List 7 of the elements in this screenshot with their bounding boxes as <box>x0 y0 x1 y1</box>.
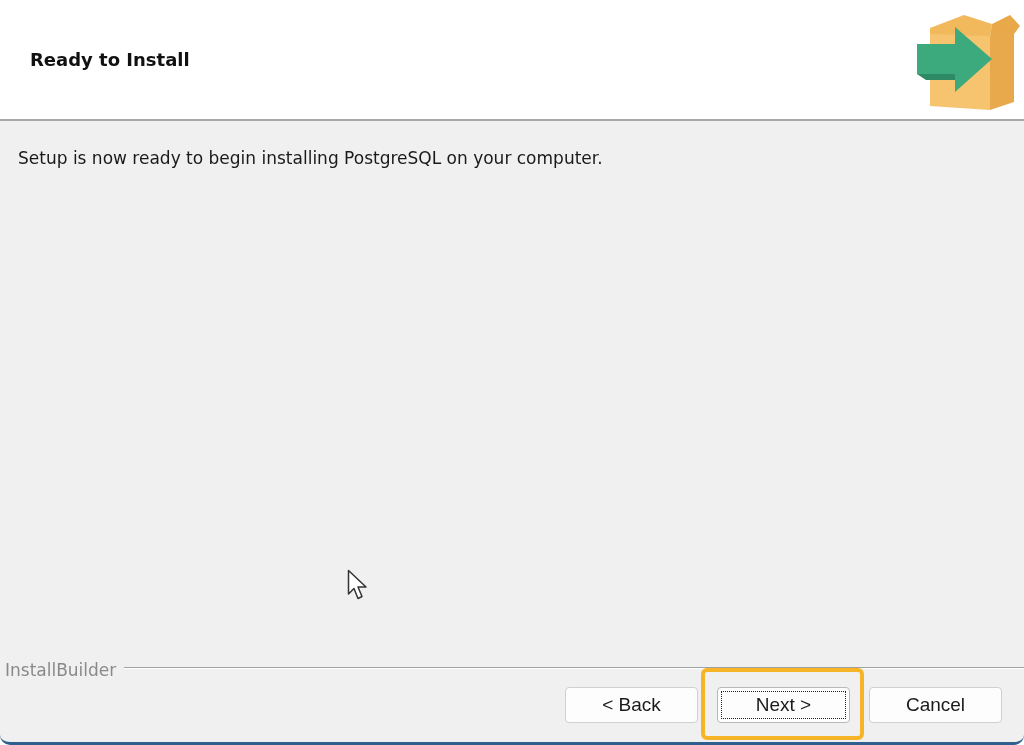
wizard-button[interactable]: Cancel <box>869 687 1002 723</box>
wizard-button[interactable]: < Back <box>565 687 698 723</box>
page-title: Ready to Install <box>30 49 190 70</box>
wizard-button[interactable]: Next > <box>717 687 850 723</box>
installer-brand-label: InstallBuilder <box>4 659 117 681</box>
setup-message: Setup is now ready to begin installing PostgreSQL on your computer. <box>18 147 604 169</box>
mouse-pointer-icon <box>347 569 369 601</box>
